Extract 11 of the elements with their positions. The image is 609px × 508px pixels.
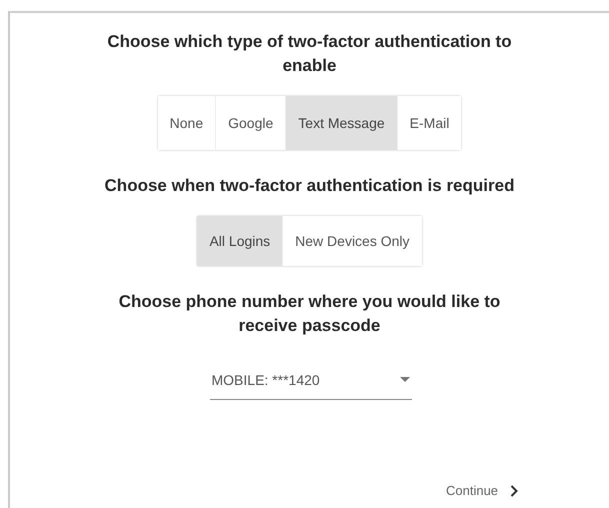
chevron-right-icon [510,484,518,496]
section-heading: Choose when two-factor authentication is required [104,175,516,197]
dropdown-caret-icon [400,377,410,382]
section-heading: Choose phone number where you would like to receive passcode [118,291,502,337]
toggle-option[interactable]: New Devices Only [283,216,422,266]
toggle-option[interactable]: E-Mail [398,96,462,150]
toggle-option[interactable]: Google [216,96,286,150]
toggle-option[interactable]: All Logins [197,216,284,266]
toggle-option[interactable]: None [158,96,216,150]
section-heading: Choose which type of two-factor authentication to enable [106,31,513,77]
toggle-option[interactable]: Text Message [286,96,398,150]
